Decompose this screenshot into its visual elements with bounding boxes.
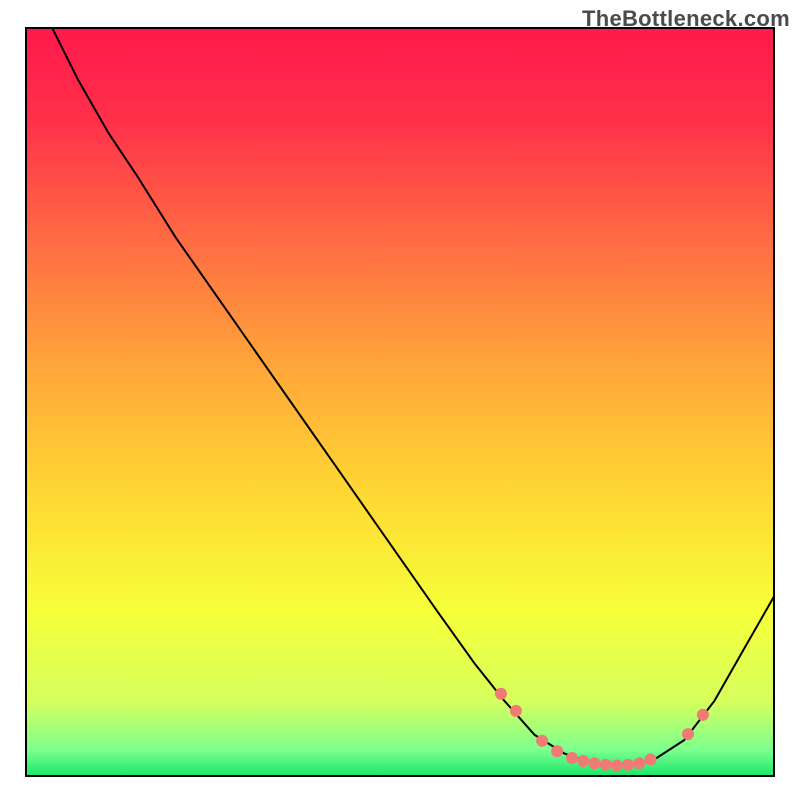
curve-marker xyxy=(536,735,548,747)
curve-marker xyxy=(589,757,601,769)
curve-marker xyxy=(645,754,657,766)
watermark-text: TheBottleneck.com xyxy=(582,6,790,32)
curve-marker xyxy=(622,759,634,771)
curve-marker xyxy=(697,709,709,721)
curve-marker xyxy=(633,757,645,769)
curve-marker xyxy=(682,728,694,740)
curve-marker xyxy=(611,760,623,772)
curve-marker xyxy=(600,759,612,771)
curve-marker xyxy=(495,688,507,700)
curve-marker xyxy=(510,705,522,717)
curve-marker xyxy=(577,755,589,767)
curve-marker xyxy=(566,752,578,764)
bottleneck-chart: TheBottleneck.com xyxy=(0,0,800,800)
chart-svg xyxy=(0,0,800,800)
gradient-bg xyxy=(26,28,774,776)
curve-marker xyxy=(551,745,563,757)
